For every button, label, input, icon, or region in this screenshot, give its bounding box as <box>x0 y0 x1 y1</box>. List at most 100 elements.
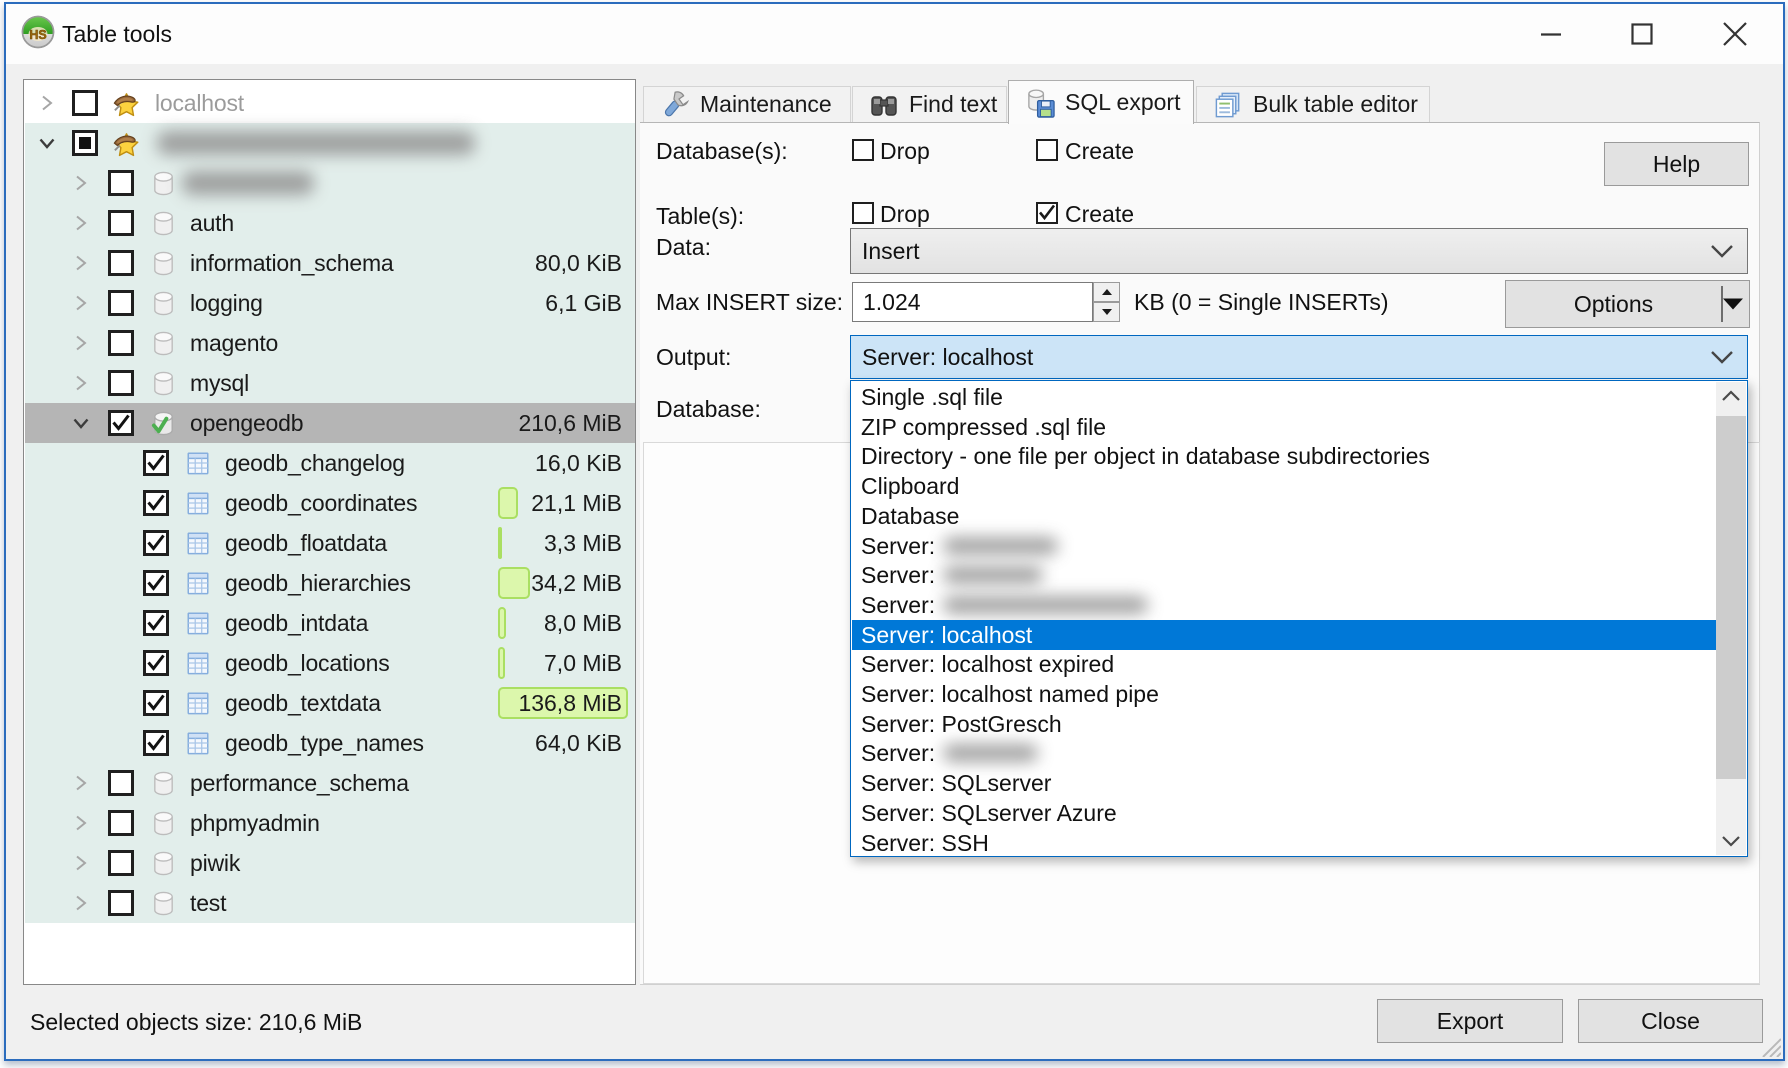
tree-checkbox-checked[interactable] <box>143 450 169 476</box>
dropdown-item-single-sql-file[interactable]: Single .sql file <box>852 382 1718 412</box>
tree-row-geodb_hierarchies[interactable]: geodb_hierarchies34,2 MiB <box>25 563 636 603</box>
output-combobox[interactable]: Server: localhost <box>850 335 1748 379</box>
dropdown-item-directory-one-file-per-object-in-database-subdirectories[interactable]: Directory - one file per object in datab… <box>852 441 1718 471</box>
tree-checkbox-checked[interactable] <box>143 650 169 676</box>
spin-down-button[interactable] <box>1093 302 1120 322</box>
tree-checkbox-checked[interactable] <box>143 570 169 596</box>
tree-row-geodb_intdata[interactable]: geodb_intdata8,0 MiB <box>25 603 636 643</box>
expand-expand-chevron-icon[interactable] <box>73 895 89 911</box>
expand-expand-chevron-icon[interactable] <box>73 175 89 191</box>
dropdown-item-server-localhost[interactable]: Server: localhost <box>852 620 1718 650</box>
tree-row-censored[interactable] <box>25 163 636 203</box>
expand-expand-chevron-icon[interactable] <box>73 815 89 831</box>
expand-expand-chevron-icon[interactable] <box>73 295 89 311</box>
tree-row-localhost[interactable]: localhost <box>25 83 636 123</box>
tree-row-geodb_locations[interactable]: geodb_locations7,0 MiB <box>25 643 636 683</box>
tree-checkbox-unchecked[interactable] <box>108 810 134 836</box>
tree-checkbox-unchecked[interactable] <box>108 170 134 196</box>
scroll-down-button[interactable] <box>1716 827 1746 855</box>
tables-create-checkbox[interactable] <box>1036 202 1058 224</box>
tree-row-piwik[interactable]: piwik <box>25 843 636 883</box>
tree-checkbox-unchecked[interactable] <box>108 850 134 876</box>
dropdown-item-server-[interactable]: Server: <box>852 738 1718 768</box>
tree-checkbox-checked[interactable] <box>143 690 169 716</box>
dropdown-item-server-sqlserver-azure[interactable]: Server: SQLserver Azure <box>852 798 1718 828</box>
scroll-up-button[interactable] <box>1716 382 1746 410</box>
tree-checkbox-unchecked[interactable] <box>108 290 134 316</box>
dropdown-item-server-postgresch[interactable]: Server: PostGresch <box>852 709 1718 739</box>
dropdown-item-server-[interactable]: Server: <box>852 531 1718 561</box>
resize-grip[interactable] <box>1759 1035 1781 1057</box>
tree-row-information_schema[interactable]: information_schema80,0 KiB <box>25 243 636 283</box>
expand-expand-chevron-icon[interactable] <box>73 375 89 391</box>
tab-maintenance[interactable]: Maintenance <box>643 86 851 122</box>
dropdown-item-server-localhost-named-pipe[interactable]: Server: localhost named pipe <box>852 679 1718 709</box>
tree-checkbox-checked[interactable] <box>143 610 169 636</box>
data-combobox[interactable]: Insert <box>850 228 1748 274</box>
tree-checkbox-unchecked[interactable] <box>108 210 134 236</box>
help-button[interactable]: Help <box>1604 142 1749 186</box>
expand-expand-chevron-icon[interactable] <box>73 335 89 351</box>
tree-checkbox-partial[interactable] <box>72 130 98 156</box>
tree-row-test[interactable]: test <box>25 883 636 923</box>
options-button[interactable]: Options <box>1505 280 1750 328</box>
expand-expand-chevron-icon[interactable] <box>73 855 89 871</box>
tree-row-phpmyadmin[interactable]: phpmyadmin <box>25 803 636 843</box>
dropdown-item-server-ssh[interactable]: Server: SSH <box>852 828 1718 858</box>
tree-checkbox-unchecked[interactable] <box>108 890 134 916</box>
tab-bulk-table-editor[interactable]: Bulk table editor <box>1196 86 1430 122</box>
dropdown-item-zip-compressed-sql-file[interactable]: ZIP compressed .sql file <box>852 412 1718 442</box>
object-tree[interactable]: localhost auth information_schema80,0 Ki… <box>23 79 636 985</box>
expand-expand-chevron-icon[interactable] <box>73 775 89 791</box>
maximize-button[interactable] <box>1609 4 1675 64</box>
tree-checkbox-unchecked[interactable] <box>72 90 98 116</box>
tree-checkbox-unchecked[interactable] <box>108 370 134 396</box>
tree-row-opengeodb[interactable]: opengeodb210,6 MiB <box>25 403 636 443</box>
tree-row-geodb_type_names[interactable]: geodb_type_names64,0 KiB <box>25 723 636 763</box>
dropdown-item-clipboard[interactable]: Clipboard <box>852 471 1718 501</box>
dropdown-item-server-sqlserver[interactable]: Server: SQLserver <box>852 768 1718 798</box>
tree-checkbox-unchecked[interactable] <box>108 250 134 276</box>
scrollbar-thumb[interactable] <box>1716 416 1746 779</box>
max-insert-suffix: KB (0 = Single INSERTs) <box>1134 290 1389 314</box>
tree-row-censored[interactable] <box>25 123 636 163</box>
tree-item-size: 34,2 MiB <box>531 563 622 603</box>
tree-checkbox-checked[interactable] <box>108 410 134 436</box>
tree-row-geodb_changelog[interactable]: geodb_changelog16,0 KiB <box>25 443 636 483</box>
expand-expand-chevron-icon[interactable] <box>39 95 55 111</box>
tree-checkbox-checked[interactable] <box>143 730 169 756</box>
max-insert-input[interactable]: 1.024 <box>852 282 1093 322</box>
tree-row-mysql[interactable]: mysql <box>25 363 636 403</box>
tree-row-magento[interactable]: magento <box>25 323 636 363</box>
dropdown-item-server-[interactable]: Server: <box>852 560 1718 590</box>
export-button[interactable]: Export <box>1377 999 1563 1043</box>
tree-row-geodb_floatdata[interactable]: geodb_floatdata3,3 MiB <box>25 523 636 563</box>
tree-row-geodb_textdata[interactable]: geodb_textdata136,8 MiB <box>25 683 636 723</box>
tree-row-performance_schema[interactable]: performance_schema <box>25 763 636 803</box>
tree-row-auth[interactable]: auth <box>25 203 636 243</box>
tree-checkbox-checked[interactable] <box>143 530 169 556</box>
spin-up-button[interactable] <box>1093 282 1120 302</box>
tree-checkbox-checked[interactable] <box>143 490 169 516</box>
tab-find-text[interactable]: Find text <box>852 86 1007 122</box>
expand-expand-chevron-icon[interactable] <box>73 255 89 271</box>
databases-create-checkbox[interactable] <box>1036 139 1058 161</box>
expand-expand-chevron-icon[interactable] <box>73 215 89 231</box>
tables-drop-checkbox[interactable] <box>852 202 874 224</box>
options-dropdown-icon[interactable] <box>1722 298 1744 311</box>
expand-collapse-chevron-icon[interactable] <box>73 415 89 431</box>
tree-row-logging[interactable]: logging6,1 GiB <box>25 283 636 323</box>
minimize-button[interactable] <box>1518 4 1584 64</box>
tab-sql-export[interactable]: SQL export <box>1008 80 1194 124</box>
tree-checkbox-unchecked[interactable] <box>108 330 134 356</box>
dropdown-item-server-[interactable]: Server: <box>852 590 1718 620</box>
expand-collapse-chevron-icon[interactable] <box>39 135 55 151</box>
close-dialog-button[interactable]: Close <box>1578 999 1763 1043</box>
tree-row-geodb_coordinates[interactable]: geodb_coordinates21,1 MiB <box>25 483 636 523</box>
databases-drop-checkbox[interactable] <box>852 139 874 161</box>
dropdown-item-database[interactable]: Database <box>852 501 1718 531</box>
dropdown-item-server-localhost-expired[interactable]: Server: localhost expired <box>852 649 1718 679</box>
close-button[interactable] <box>1702 4 1768 64</box>
tree-checkbox-unchecked[interactable] <box>108 770 134 796</box>
dropdown-scrollbar[interactable] <box>1716 382 1746 855</box>
